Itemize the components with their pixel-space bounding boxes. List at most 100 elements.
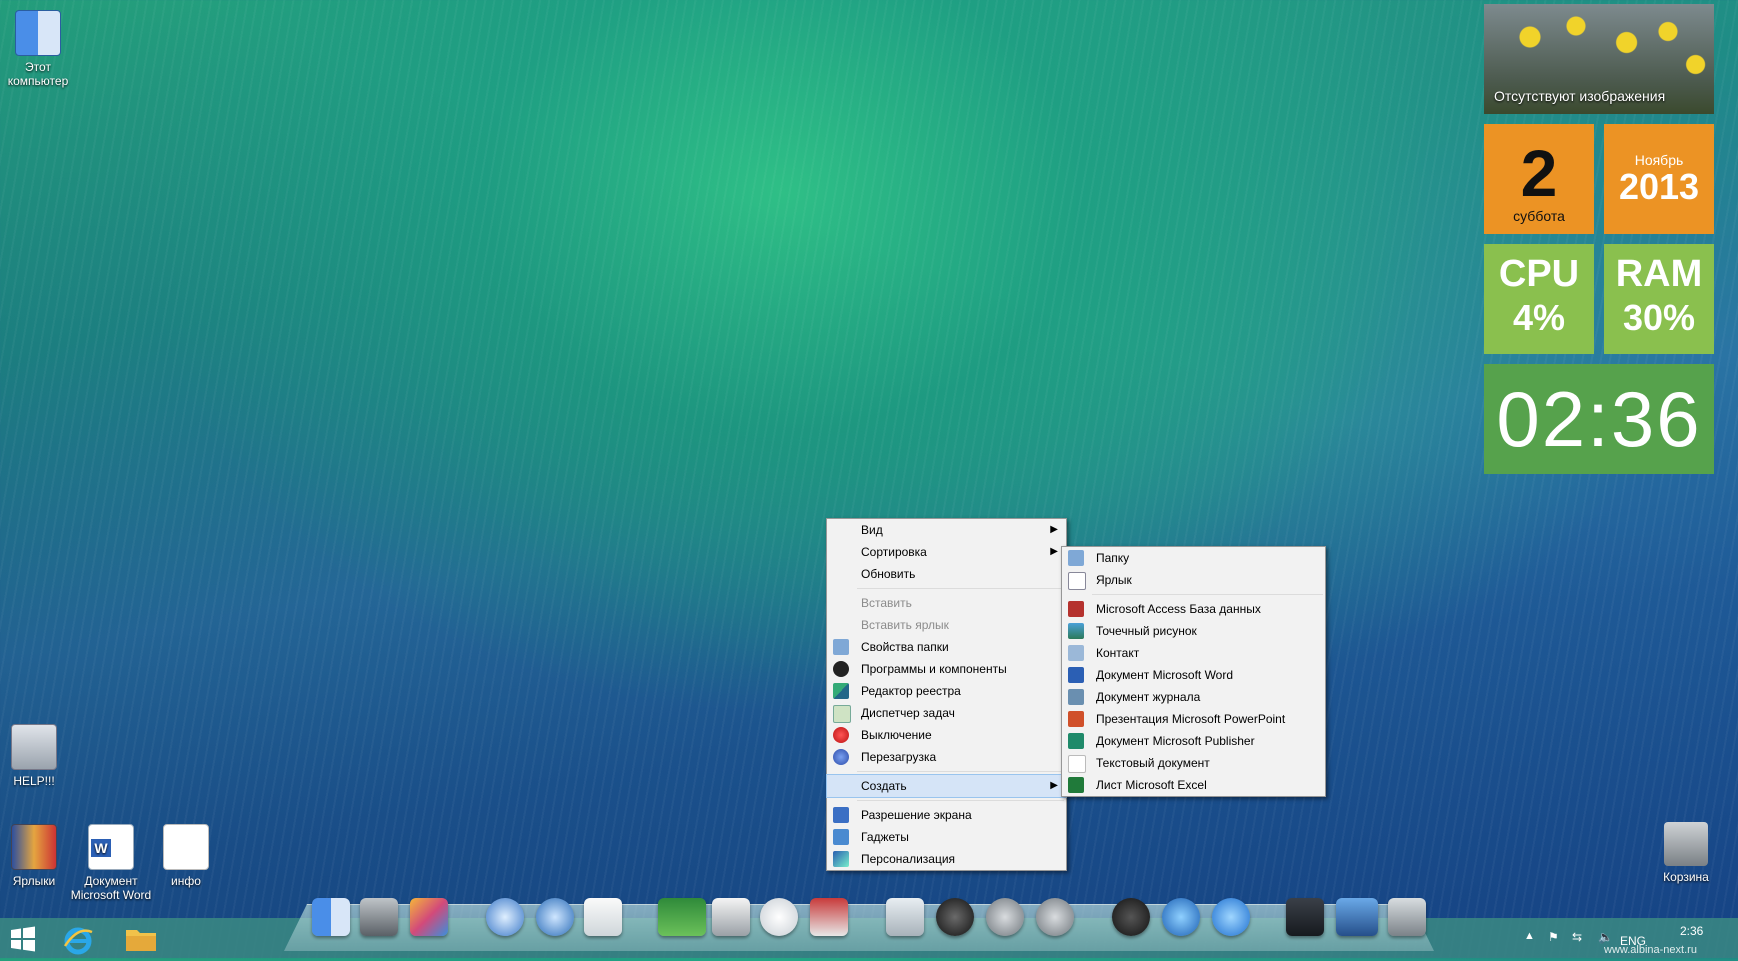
quicktime-icon[interactable]: [536, 898, 574, 936]
publisher-icon: [1068, 733, 1084, 749]
menu-item-label: Перезагрузка: [861, 750, 937, 764]
apps-icon[interactable]: [410, 898, 448, 936]
start-button[interactable]: [8, 924, 44, 954]
desktop-icon-label: Этот компьютер: [7, 60, 69, 88]
shortcut-icon: [1068, 572, 1086, 590]
submenu-item-excel[interactable]: Лист Microsoft Excel: [1062, 774, 1325, 796]
menu-item-create[interactable]: Создать ▶: [826, 774, 1067, 798]
menu-item-label: Текстовый документ: [1096, 756, 1210, 770]
ram-label: RAM: [1615, 253, 1703, 295]
menu-item-restart[interactable]: Перезагрузка: [827, 746, 1066, 768]
tray-clock[interactable]: 2:36: [1680, 924, 1703, 938]
menu-item-paste[interactable]: Вставить: [827, 592, 1066, 614]
menu-item-shutdown[interactable]: Выключение: [827, 724, 1066, 746]
menu-item-registry[interactable]: Редактор реестра: [827, 680, 1066, 702]
menu-item-label: Папку: [1096, 551, 1130, 565]
app-store-box-icon[interactable]: [810, 898, 848, 936]
submenu-item-contact[interactable]: Контакт: [1062, 642, 1325, 664]
menu-separator: [857, 588, 1064, 589]
internet-explorer-button[interactable]: [62, 924, 98, 955]
submenu-item-journal[interactable]: Документ журнала: [1062, 686, 1325, 708]
menu-item-label: Документ Microsoft Word: [1096, 668, 1234, 682]
menu-item-label: Вставить: [861, 596, 912, 610]
menu-item-programs[interactable]: Программы и компоненты: [827, 658, 1066, 680]
clock-time: 02:36: [1496, 375, 1702, 463]
menu-item-view[interactable]: Вид ▶: [827, 519, 1066, 541]
menu-item-screen-resolution[interactable]: Разрешение экрана: [827, 804, 1066, 826]
menu-item-label: Вставить ярлык: [861, 618, 949, 632]
menu-item-label: Ярлык: [1096, 573, 1132, 587]
menu-item-sort[interactable]: Сортировка ▶: [827, 541, 1066, 563]
desktop-icon-labels[interactable]: Ярлыки: [0, 824, 77, 888]
file-explorer-button[interactable]: [124, 924, 160, 954]
computer-icon: [15, 10, 61, 56]
safari-icon[interactable]: [486, 898, 524, 936]
menu-item-label: Гаджеты: [861, 830, 909, 844]
restart-icon: [833, 749, 849, 765]
menu-separator: [1092, 594, 1323, 595]
menu-item-gadgets[interactable]: Гаджеты: [827, 826, 1066, 848]
journal-icon: [1068, 689, 1084, 705]
menu-item-personalize[interactable]: Персонализация: [827, 848, 1066, 870]
tray-flag-icon[interactable]: ⚑: [1548, 930, 1559, 944]
desktop-icon-computer[interactable]: Этот компьютер: [0, 10, 81, 88]
media-icon[interactable]: [1286, 898, 1324, 936]
rocket-icon[interactable]: [1036, 898, 1074, 936]
tray-show-hidden-icon[interactable]: ▲: [1524, 930, 1535, 942]
bird-icon[interactable]: [986, 898, 1024, 936]
tray-volume-icon[interactable]: 🔈: [1598, 930, 1613, 944]
submenu-item-text[interactable]: Текстовый документ: [1062, 752, 1325, 774]
cpu-tile[interactable]: CPU 4%: [1484, 244, 1594, 354]
submenu-item-bitmap[interactable]: Точечный рисунок: [1062, 620, 1325, 642]
power-button-icon[interactable]: [936, 898, 974, 936]
year: 2013: [1618, 166, 1700, 207]
menu-item-paste-shortcut[interactable]: Вставить ярлык: [827, 614, 1066, 636]
cloud-icon[interactable]: [886, 898, 924, 936]
month-tile[interactable]: Ноябрь 2013: [1604, 124, 1714, 234]
submenu-item-folder[interactable]: Папку: [1062, 547, 1325, 569]
finder-icon[interactable]: [312, 898, 350, 936]
ram-tile[interactable]: RAM 30%: [1604, 244, 1714, 354]
settings-icon[interactable]: [360, 898, 398, 936]
menu-item-refresh[interactable]: Обновить: [827, 563, 1066, 585]
photo-tile[interactable]: Отсутствуют изображения: [1484, 4, 1714, 114]
access-icon: [1068, 601, 1084, 617]
menu-item-folder-options[interactable]: Свойства папки: [827, 636, 1066, 658]
text-doc-icon: [163, 824, 209, 870]
desktop-icon-info[interactable]: инфо: [143, 824, 229, 888]
printer-icon[interactable]: [712, 898, 750, 936]
submenu-item-access[interactable]: Microsoft Access База данных: [1062, 598, 1325, 620]
desktop-icon-trash[interactable]: Корзина: [1643, 822, 1729, 884]
desktop-icon-label: Корзина: [1663, 870, 1709, 884]
windows-logo-icon: [11, 926, 35, 952]
itunes-icon[interactable]: [1162, 898, 1200, 936]
desktop-icon-help[interactable]: HELP!!!: [0, 724, 77, 788]
watermark: www.albina-next.ru: [1604, 944, 1697, 956]
menu-item-task-manager[interactable]: Диспетчер задач: [827, 702, 1066, 724]
day-tile[interactable]: 2 суббота: [1484, 124, 1594, 234]
dock-trash-icon[interactable]: [1388, 898, 1426, 936]
notes-icon[interactable]: [584, 898, 622, 936]
clock-tile[interactable]: 02:36: [1484, 364, 1714, 474]
create-submenu: Папку Ярлык Microsoft Access База данных…: [1061, 546, 1326, 797]
desktop-icon-label: инфо: [171, 874, 201, 888]
submenu-item-shortcut[interactable]: Ярлык: [1062, 569, 1325, 591]
desktop-icon-label: Ярлыки: [12, 874, 56, 888]
submenu-item-word[interactable]: Документ Microsoft Word: [1062, 664, 1325, 686]
tray-network-icon[interactable]: ⇆: [1572, 930, 1582, 944]
display-icon: [833, 807, 849, 823]
submenu-item-publisher[interactable]: Документ Microsoft Publisher: [1062, 730, 1325, 752]
powerpoint-icon: [1068, 711, 1084, 727]
dock: [284, 904, 1434, 951]
desktop-icon-label: HELP!!!: [13, 774, 55, 788]
photos-icon[interactable]: [658, 898, 706, 936]
menu-item-label: Лист Microsoft Excel: [1096, 778, 1207, 792]
photo-caption: Отсутствуют изображения: [1494, 88, 1666, 104]
submenu-item-powerpoint[interactable]: Презентация Microsoft PowerPoint: [1062, 708, 1325, 730]
osx-icon[interactable]: [760, 898, 798, 936]
desktop-icon-word[interactable]: Документ Microsoft Word: [68, 824, 154, 902]
dashboard-icon[interactable]: [1112, 898, 1150, 936]
ram-value: 30%: [1622, 297, 1696, 338]
desktop-switcher-icon[interactable]: [1336, 898, 1378, 936]
appstore-icon[interactable]: [1212, 898, 1250, 936]
